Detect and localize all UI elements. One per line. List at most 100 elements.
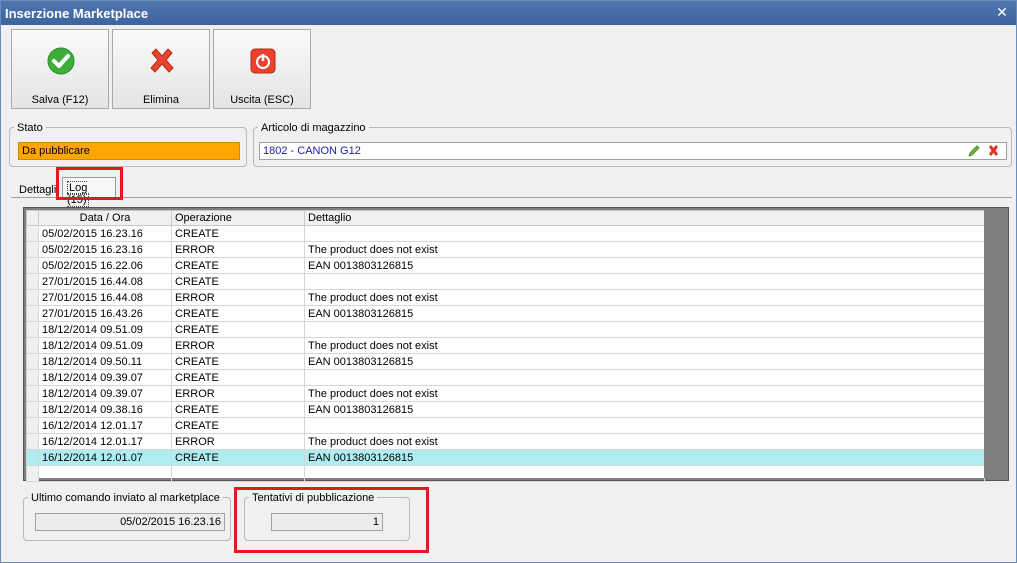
operazione-cell: ERROR [171, 433, 305, 450]
log-table: Data / Ora Operazione Dettaglio 05/02/20… [26, 210, 985, 482]
operazione-cell: CREATE [171, 401, 305, 418]
stato-field: Da pubblicare [18, 142, 240, 160]
dettaglio-cell [304, 225, 985, 242]
data-ora-cell: 27/01/2015 16.43.26 [38, 305, 172, 322]
marketplace-window: Inserzione Marketplace ✕ Salva (F12) Eli… [0, 0, 1017, 563]
column-header-data-ora[interactable]: Data / Ora [38, 210, 172, 226]
delete-button[interactable]: Elimina [112, 29, 210, 109]
operazione-cell: CREATE [171, 449, 305, 466]
operazione-cell: ERROR [171, 289, 305, 306]
table-row[interactable]: 16/12/2014 12.01.17 CREATE [26, 417, 985, 434]
operazione-cell: ERROR [171, 385, 305, 402]
dettaglio-cell: EAN 0013803126815 [304, 257, 985, 274]
exit-button-label: Uscita (ESC) [230, 94, 294, 106]
log-body: 05/02/2015 16.23.16 CREATE 05/02/2015 16.2… [26, 225, 985, 482]
data-ora-cell: 27/01/2015 16.44.08 [38, 289, 172, 306]
row-indicator [26, 225, 39, 242]
row-indicator [26, 417, 39, 434]
row-indicator [26, 385, 39, 402]
table-row[interactable]: 18/12/2014 09.50.11 CREATE EAN 00138031268… [26, 353, 985, 370]
table-row[interactable]: 18/12/2014 09.38.16 CREATE EAN 00138031268… [26, 401, 985, 418]
table-row[interactable]: 16/12/2014 12.01.17 ERROR The product does… [26, 433, 985, 450]
save-button[interactable]: Salva (F12) [11, 29, 109, 109]
column-header-dettaglio[interactable]: Dettaglio [304, 210, 985, 226]
table-row[interactable]: 16/12/2014 12.01.07 CREATE EAN 00138031268… [26, 449, 985, 466]
data-ora-cell: 16/12/2014 12.01.17 [38, 433, 172, 450]
log-grid-frame: Data / Ora Operazione Dettaglio 05/02/20… [23, 207, 1009, 482]
save-button-label: Salva (F12) [31, 94, 89, 106]
row-indicator [26, 337, 39, 354]
dettaglio-cell [304, 369, 985, 386]
remove-icon[interactable] [987, 144, 1000, 157]
title-bar: Inserzione Marketplace ✕ [1, 1, 1016, 25]
table-row[interactable]: 18/12/2014 09.39.07 ERROR The product does… [26, 385, 985, 402]
table-row[interactable]: 27/01/2015 16.43.26 CREATE EAN 00138031268… [26, 305, 985, 322]
row-indicator [26, 449, 39, 466]
row-indicator [26, 241, 39, 258]
data-ora-cell: 27/01/2015 16.44.08 [38, 273, 172, 290]
header-indicator [26, 210, 39, 226]
operazione-cell: CREATE [171, 257, 305, 274]
tab-divider [11, 197, 1012, 198]
articolo-label: Articolo di magazzino [258, 122, 369, 134]
articolo-value: 1802 - CANON G12 [263, 145, 361, 157]
table-row[interactable]: 05/02/2015 16.23.16 ERROR The product does… [26, 241, 985, 258]
row-indicator [26, 433, 39, 450]
data-ora-cell: 18/12/2014 09.39.07 [38, 369, 172, 386]
dettaglio-cell: EAN 0013803126815 [304, 401, 985, 418]
log-grid[interactable]: Data / Ora Operazione Dettaglio 05/02/20… [26, 210, 985, 482]
pencil-icon[interactable] [967, 144, 981, 158]
column-header-operazione[interactable]: Operazione [171, 210, 305, 226]
operazione-cell: CREATE [171, 417, 305, 434]
row-indicator [26, 273, 39, 290]
data-ora-cell: 05/02/2015 16.23.16 [38, 225, 172, 242]
row-indicator [26, 289, 39, 306]
table-row[interactable]: 18/12/2014 09.51.09 ERROR The product does… [26, 337, 985, 354]
dettaglio-cell: The product does not exist [304, 289, 985, 306]
delete-button-label: Elimina [142, 94, 180, 106]
row-indicator [26, 257, 39, 274]
highlight-box-tab [56, 167, 123, 200]
data-ora-cell: 18/12/2014 09.51.09 [38, 337, 172, 354]
ultimo-comando-label: Ultimo comando inviato al marketplace [28, 492, 223, 504]
x-icon [150, 48, 174, 73]
articolo-field[interactable]: 1802 - CANON G12 [259, 142, 1007, 160]
operazione-cell: CREATE [171, 305, 305, 322]
operazione-cell: CREATE [171, 369, 305, 386]
table-row[interactable]: 18/12/2014 09.51.09 CREATE [26, 321, 985, 338]
row-indicator [26, 401, 39, 418]
dettaglio-cell [304, 321, 985, 338]
operazione-cell: ERROR [171, 337, 305, 354]
data-ora-cell: 18/12/2014 09.51.09 [38, 321, 172, 338]
table-row[interactable]: 27/01/2015 16.44.08 CREATE [26, 273, 985, 290]
dettaglio-cell: EAN 0013803126815 [304, 449, 985, 466]
table-row[interactable]: 05/02/2015 16.23.16 CREATE [26, 225, 985, 242]
empty-row[interactable] [26, 465, 985, 482]
power-icon [250, 48, 276, 74]
highlight-box-tentativi [234, 487, 429, 553]
dettaglio-cell [304, 417, 985, 434]
ultimo-comando-field: 05/02/2015 16.23.16 [35, 513, 225, 531]
log-header-row: Data / Ora Operazione Dettaglio [26, 210, 985, 226]
table-row[interactable]: 27/01/2015 16.44.08 ERROR The product does… [26, 289, 985, 306]
exit-button[interactable]: Uscita (ESC) [213, 29, 311, 109]
operazione-cell: CREATE [171, 273, 305, 290]
row-indicator [26, 305, 39, 322]
row-indicator [26, 369, 39, 386]
row-indicator [26, 321, 39, 338]
grid-side-panel [984, 210, 1006, 478]
table-row[interactable]: 18/12/2014 09.39.07 CREATE [26, 369, 985, 386]
dettaglio-cell: The product does not exist [304, 433, 985, 450]
window-title: Inserzione Marketplace [5, 6, 149, 21]
data-ora-cell: 05/02/2015 16.23.16 [38, 241, 172, 258]
dettaglio-cell: The product does not exist [304, 241, 985, 258]
operazione-cell: CREATE [171, 353, 305, 370]
row-indicator [26, 353, 39, 370]
empty-cell [38, 465, 172, 482]
dettaglio-cell: EAN 0013803126815 [304, 353, 985, 370]
data-ora-cell: 16/12/2014 12.01.07 [38, 449, 172, 466]
data-ora-cell: 05/02/2015 16.22.06 [38, 257, 172, 274]
close-icon[interactable]: ✕ [994, 4, 1010, 20]
table-row[interactable]: 05/02/2015 16.22.06 CREATE EAN 00138031268… [26, 257, 985, 274]
dettaglio-cell: The product does not exist [304, 385, 985, 402]
